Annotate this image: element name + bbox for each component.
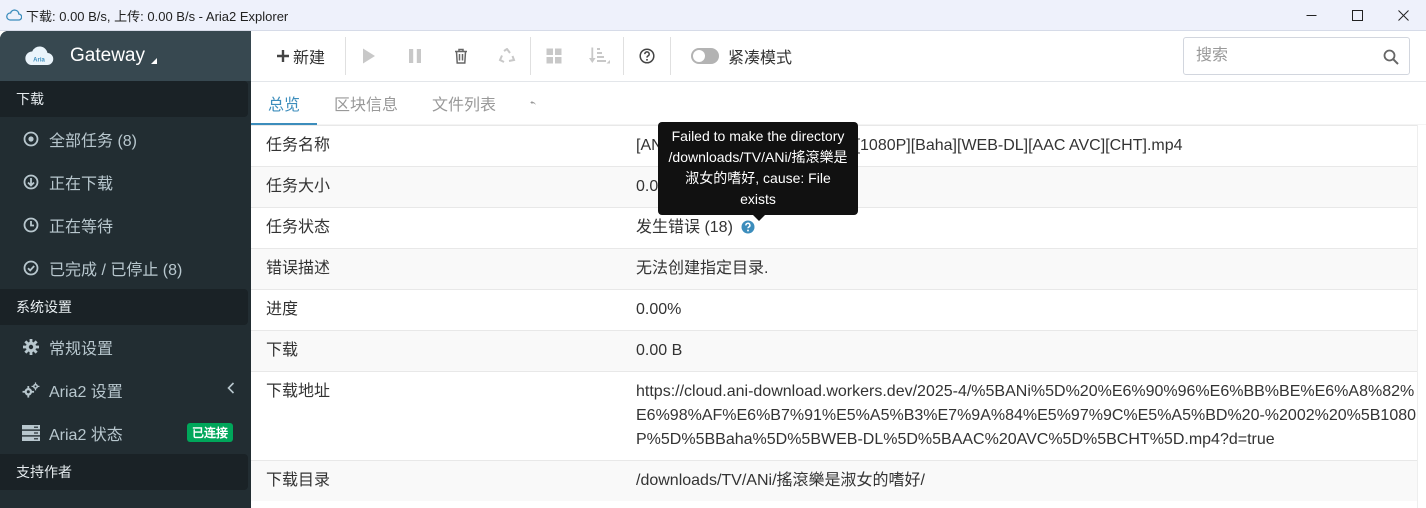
sidebar-item-general-settings[interactable]: 常规设置 <box>0 325 251 368</box>
close-button[interactable] <box>1380 0 1426 31</box>
recycle-icon <box>498 47 516 63</box>
error-description-value: 无法创建指定目录. <box>636 260 769 277</box>
delete-button[interactable] <box>438 31 484 82</box>
download-url-value: https://cloud.ani-download.workers.dev/2… <box>636 383 1417 448</box>
toolbar-separator <box>670 37 672 75</box>
sort-button[interactable] <box>577 31 623 82</box>
detail-label: 任务大小 <box>266 178 331 195</box>
detail-label: 错误描述 <box>266 260 331 277</box>
sidebar-item-label: 正在下载 <box>49 175 114 193</box>
sidebar-item-label: 常规设置 <box>49 340 114 358</box>
back-button[interactable] <box>513 81 553 124</box>
minimize-button[interactable] <box>1288 0 1334 31</box>
detail-label: 进度 <box>266 301 299 318</box>
sidebar-item-stopped[interactable]: 已完成 / 已停止 (8) <box>0 246 251 289</box>
sidebar-section-settings: 系统设置 <box>0 289 248 325</box>
scrollbar[interactable] <box>1417 125 1426 508</box>
new-task-label: 新建 <box>293 50 326 67</box>
trash-icon <box>455 48 468 64</box>
sidebar-section-support: 支持作者 <box>0 454 248 490</box>
pause-button[interactable] <box>392 31 438 82</box>
play-icon <box>363 48 376 64</box>
pause-icon <box>409 49 422 63</box>
detail-row-downloaded: 下载 0.00 B <box>251 330 1417 371</box>
sidebar-item-all-tasks[interactable]: 全部任务 (8) <box>0 117 251 160</box>
connected-badge: 已连接 <box>186 423 233 442</box>
search-icon[interactable] <box>1383 49 1399 69</box>
tab-overview[interactable]: 总览 <box>251 81 318 125</box>
gears-icon <box>22 381 40 399</box>
download-directory-value: /downloads/TV/ANi/搖滾樂是淑女的嗜好/ <box>636 472 925 489</box>
downloaded-value: 0.00 B <box>636 342 683 359</box>
arrow-circle-down-icon <box>22 173 40 191</box>
svg-text:Aria: Aria <box>33 58 45 64</box>
cloud-icon <box>6 9 22 21</box>
detail-label: 任务名称 <box>266 137 331 154</box>
sidebar-item-label: 全部任务 (8) <box>49 132 138 150</box>
task-tabs: 总览 区块信息 文件列表 <box>251 82 1426 125</box>
window-controls <box>1288 0 1426 31</box>
window-title: 下载: 0.00 B/s, 上传: 0.00 B/s - Aria2 Explo… <box>26 8 289 24</box>
th-large-icon <box>546 48 562 64</box>
question-circle-icon <box>639 48 655 64</box>
minimize-icon <box>1306 15 1316 16</box>
server-icon <box>22 424 40 442</box>
search-input[interactable] <box>1196 41 1376 71</box>
sidebar-item-aria2-status[interactable]: Aria2 状态 已连接 <box>0 411 251 454</box>
check-circle-icon <box>22 259 40 277</box>
search-box <box>1183 37 1410 75</box>
help-button[interactable] <box>624 31 670 82</box>
gear-icon <box>22 338 40 356</box>
aria-cloud-logo-icon: Aria <box>25 46 54 66</box>
caret-icon <box>150 58 157 64</box>
toggle-knob <box>693 50 706 62</box>
detail-label: 下载 <box>266 342 299 359</box>
detail-label: 下载地址 <box>266 383 331 400</box>
sidebar-section-download: 下载 <box>0 81 248 117</box>
compact-mode-label: 紧凑模式 <box>728 50 793 67</box>
error-tooltip: Failed to make the directory /downloads/… <box>658 122 858 221</box>
detail-row-directory: 下载目录 /downloads/TV/ANi/搖滾樂是淑女的嗜好/ <box>251 460 1417 501</box>
sidebar-item-label: 已完成 / 已停止 (8) <box>49 261 183 279</box>
detail-row-error: 错误描述 无法创建指定目录. <box>251 248 1417 289</box>
compact-mode-toggle[interactable] <box>691 48 720 64</box>
plus-icon <box>277 45 289 68</box>
sidebar-item-label: Aria2 设置 <box>49 383 123 401</box>
sidebar-item-label: Aria2 状态 <box>49 426 123 444</box>
clock-icon <box>22 216 40 234</box>
maximize-button[interactable] <box>1334 0 1380 31</box>
select-all-button[interactable] <box>531 31 577 82</box>
detail-row-progress: 进度 0.00% <box>251 289 1417 330</box>
window-titlebar: 下载: 0.00 B/s, 上传: 0.00 B/s - Aria2 Explo… <box>0 0 1426 31</box>
new-task-button[interactable]: 新建 <box>251 31 345 82</box>
close-icon <box>1397 10 1409 21</box>
chevron-left-icon <box>227 381 235 399</box>
toolbar: 新建 紧凑模式 <box>251 31 1426 82</box>
task-status-value: 发生错误 (18) <box>636 219 733 236</box>
progress-value: 0.00% <box>636 301 682 318</box>
maximize-icon <box>1351 10 1363 21</box>
tab-blocks[interactable]: 区块信息 <box>317 81 415 124</box>
dot-circle-icon <box>22 130 40 148</box>
reply-icon <box>530 100 536 105</box>
tab-files[interactable]: 文件列表 <box>415 81 513 124</box>
sidebar-item-aria2-settings[interactable]: Aria2 设置 <box>0 368 251 411</box>
start-button[interactable] <box>346 31 392 82</box>
sidebar-item-waiting[interactable]: 正在等待 <box>0 203 251 246</box>
detail-label: 下载目录 <box>266 472 331 489</box>
purge-button[interactable] <box>484 31 530 82</box>
question-circle-icon[interactable] <box>741 220 755 234</box>
sidebar-item-downloading[interactable]: 正在下载 <box>0 160 251 203</box>
detail-label: 任务状态 <box>266 219 331 236</box>
sort-amount-icon <box>589 47 611 64</box>
detail-row-url: 下载地址 https://cloud.ani-download.workers.… <box>251 371 1417 460</box>
sidebar-item-label: 正在等待 <box>49 218 114 236</box>
gateway-label: Gateway <box>70 45 145 66</box>
sidebar-header[interactable]: Aria Gateway <box>0 31 251 81</box>
sidebar: Aria Gateway 下载 全部任务 (8) 正在下载 正在等待 已完成 /… <box>0 31 251 508</box>
